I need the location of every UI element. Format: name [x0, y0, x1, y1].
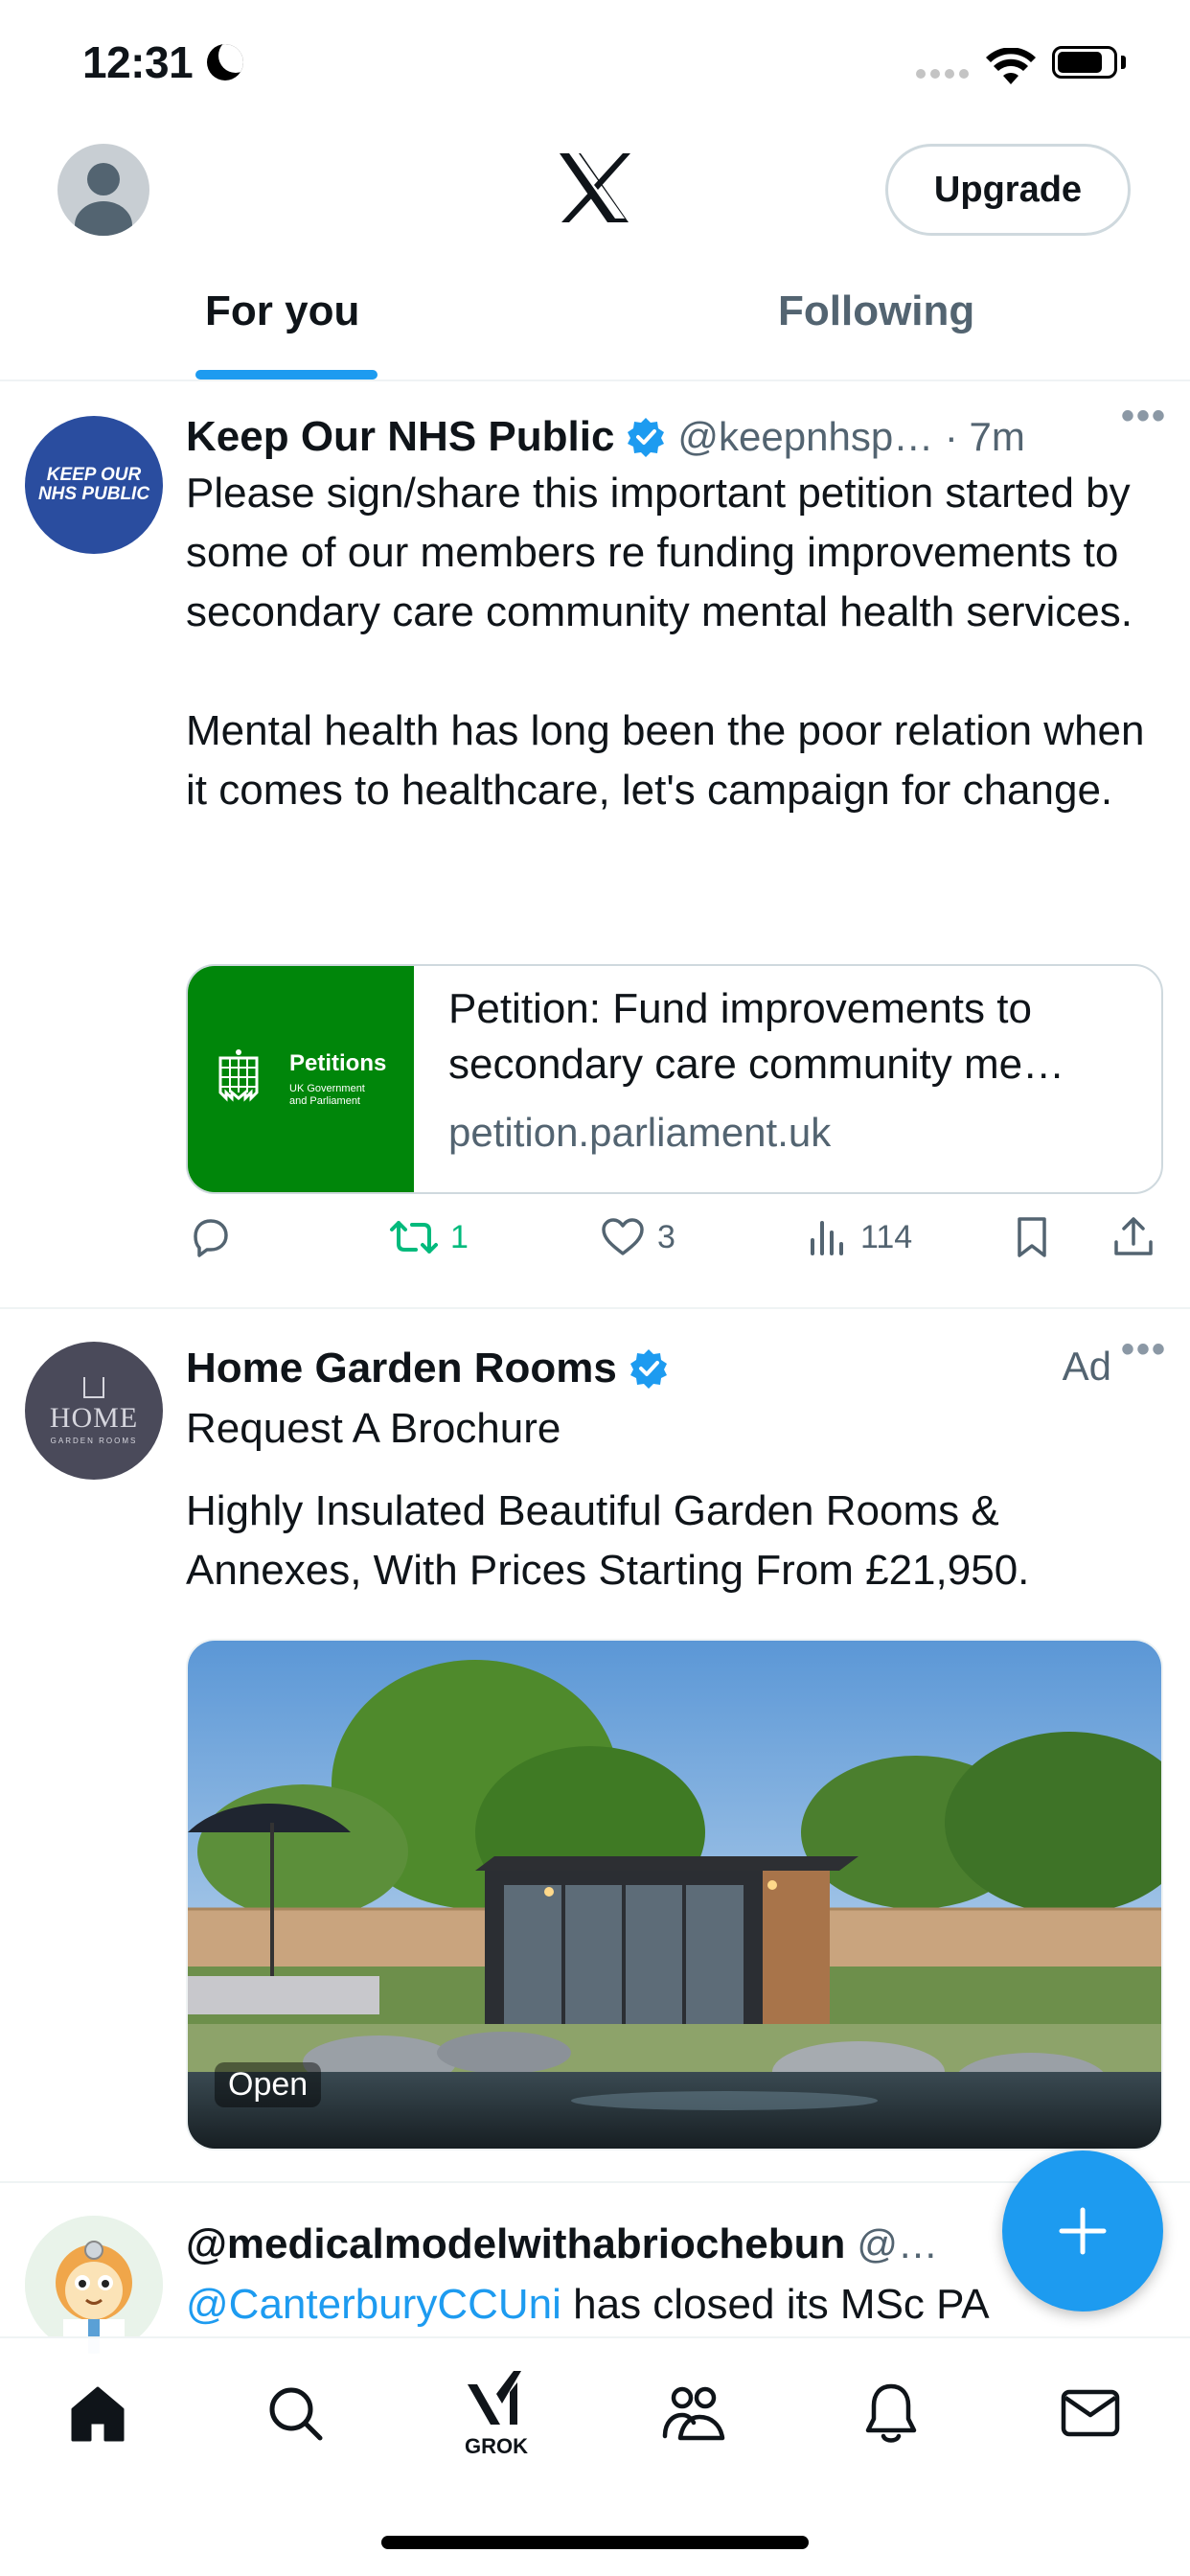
reply-button[interactable]	[188, 1215, 232, 1259]
nav-search[interactable]	[257, 2375, 333, 2451]
bookmark-icon	[1018, 1217, 1046, 1257]
battery-icon	[1052, 46, 1117, 79]
author-avatar[interactable]	[25, 2216, 163, 2354]
do-not-disturb-icon	[207, 44, 243, 80]
post-keep-our-nhs-public[interactable]: KEEP OUR NHS PUBLIC Keep Our NHS Public …	[0, 381, 1190, 1309]
card-thumb-subtitle: UK Government and Parliament	[289, 1083, 365, 1107]
post-text-rest: has closed its MSc PA	[561, 2281, 990, 2328]
like-count: 3	[657, 1218, 675, 1255]
more-options-icon[interactable]: •••	[1121, 395, 1167, 438]
nav-communities[interactable]	[655, 2375, 732, 2451]
share-button[interactable]	[1111, 1215, 1156, 1259]
portcullis-icon	[218, 1049, 259, 1102]
author-handle-time: @keepnhsp… · 7m	[677, 414, 1025, 459]
author-name[interactable]: @medicalmodelwithabriochebun	[186, 2220, 845, 2268]
garden-room-image	[188, 1641, 1161, 2149]
home-indicator	[381, 2536, 809, 2549]
reply-icon	[194, 1219, 228, 1257]
ad-headline[interactable]: Request A Brochure	[186, 1405, 561, 1453]
author-avatar[interactable]: KEEP OUR NHS PUBLIC	[25, 416, 163, 554]
card-thumbnail: Petitions UK Government and Parliament	[188, 966, 414, 1192]
tab-following[interactable]: Following	[778, 288, 974, 335]
card-title: Petition: Fund improvements to secondary…	[448, 985, 1065, 1088]
more-options-icon[interactable]: •••	[1121, 1328, 1167, 1371]
post-home-garden-rooms-ad[interactable]: HOME GARDEN ROOMS Home Garden Rooms Ad •…	[0, 1309, 1190, 2183]
ad-label: Ad	[1062, 1344, 1111, 1389]
cellular-signal-icon	[916, 69, 969, 79]
post-header: Keep Our NHS Public @keepnhsp… · 7m	[186, 406, 1163, 468]
home-garden-rooms-logo: HOME GARDEN ROOMS	[25, 1342, 163, 1480]
like-button[interactable]: 3	[600, 1215, 675, 1259]
grok-icon	[468, 2371, 521, 2425]
post-actions: 1 3 114	[186, 1215, 1163, 1273]
nav-grok[interactable]	[458, 2361, 535, 2438]
author-name[interactable]: Keep Our NHS Public	[186, 413, 614, 461]
verified-badge-icon	[629, 1349, 667, 1389]
profile-avatar-button[interactable]	[57, 144, 149, 236]
bell-icon	[865, 2383, 917, 2443]
link-card[interactable]: Petitions UK Government and Parliament P…	[186, 964, 1163, 1194]
home-icon	[71, 2386, 125, 2442]
wifi-icon	[986, 48, 1036, 84]
nav-home[interactable]	[59, 2375, 136, 2451]
post-text: @CanterburyCCUni has closed its MSc PA	[186, 2275, 1163, 2334]
author-avatar[interactable]: HOME GARDEN ROOMS	[25, 1342, 163, 1480]
analytics-icon	[811, 1221, 843, 1255]
search-icon	[269, 2387, 323, 2441]
communities-icon	[662, 2386, 725, 2441]
cartoon-doctor-avatar	[25, 2216, 163, 2354]
mention-link[interactable]: @CanterburyCCUni	[186, 2281, 561, 2328]
avatar-line-2: GARDEN ROOMS	[50, 1436, 138, 1445]
nhs-logo: KEEP OUR NHS PUBLIC	[25, 416, 163, 554]
card-domain: petition.parliament.uk	[448, 1110, 832, 1155]
status-bar: 12:31	[0, 0, 1190, 125]
heart-icon	[602, 1218, 644, 1255]
retweet-icon	[390, 1221, 438, 1254]
status-time: 12:31	[82, 37, 194, 87]
views-count: 114	[860, 1218, 913, 1255]
author-handle-time: @…	[857, 2221, 938, 2266]
plus-icon	[1059, 2207, 1107, 2255]
battery-cap	[1121, 56, 1126, 69]
compose-post-button[interactable]	[1002, 2150, 1163, 2312]
timeline-tabs: For you Following	[0, 259, 1190, 381]
tab-for-you[interactable]: For you	[205, 288, 359, 335]
ad-media-image[interactable]: Open	[186, 1639, 1163, 2150]
card-thumb-title: Petitions	[289, 1050, 387, 1076]
author-name[interactable]: Home Garden Rooms	[186, 1345, 617, 1392]
nav-notifications[interactable]	[853, 2375, 929, 2451]
avatar-line-1: HOME	[49, 1401, 139, 1434]
avatar-line-2: NHS PUBLIC	[37, 484, 150, 504]
active-tab-indicator	[195, 370, 378, 380]
open-badge[interactable]: Open	[215, 2062, 322, 2107]
mail-icon	[1061, 2389, 1120, 2437]
avatar-line-1: KEEP OUR	[46, 465, 142, 485]
verified-badge-icon	[628, 418, 665, 457]
x-logo-icon	[560, 153, 630, 222]
upgrade-button[interactable]: Upgrade	[885, 144, 1131, 236]
post-header: Home Garden Rooms	[186, 1338, 1163, 1399]
retweet-count: 1	[450, 1218, 469, 1255]
bookmark-button[interactable]	[1012, 1215, 1052, 1259]
nav-messages[interactable]	[1052, 2375, 1129, 2451]
post-text: Highly Insulated Beautiful Garden Rooms …	[186, 1487, 1030, 1594]
post-text: Please sign/share this important petitio…	[186, 470, 1145, 814]
views-button[interactable]: 114	[807, 1215, 912, 1259]
grok-label: GROK	[465, 2434, 528, 2458]
share-icon	[1114, 1217, 1153, 1255]
retweet-button[interactable]: 1	[389, 1215, 469, 1259]
